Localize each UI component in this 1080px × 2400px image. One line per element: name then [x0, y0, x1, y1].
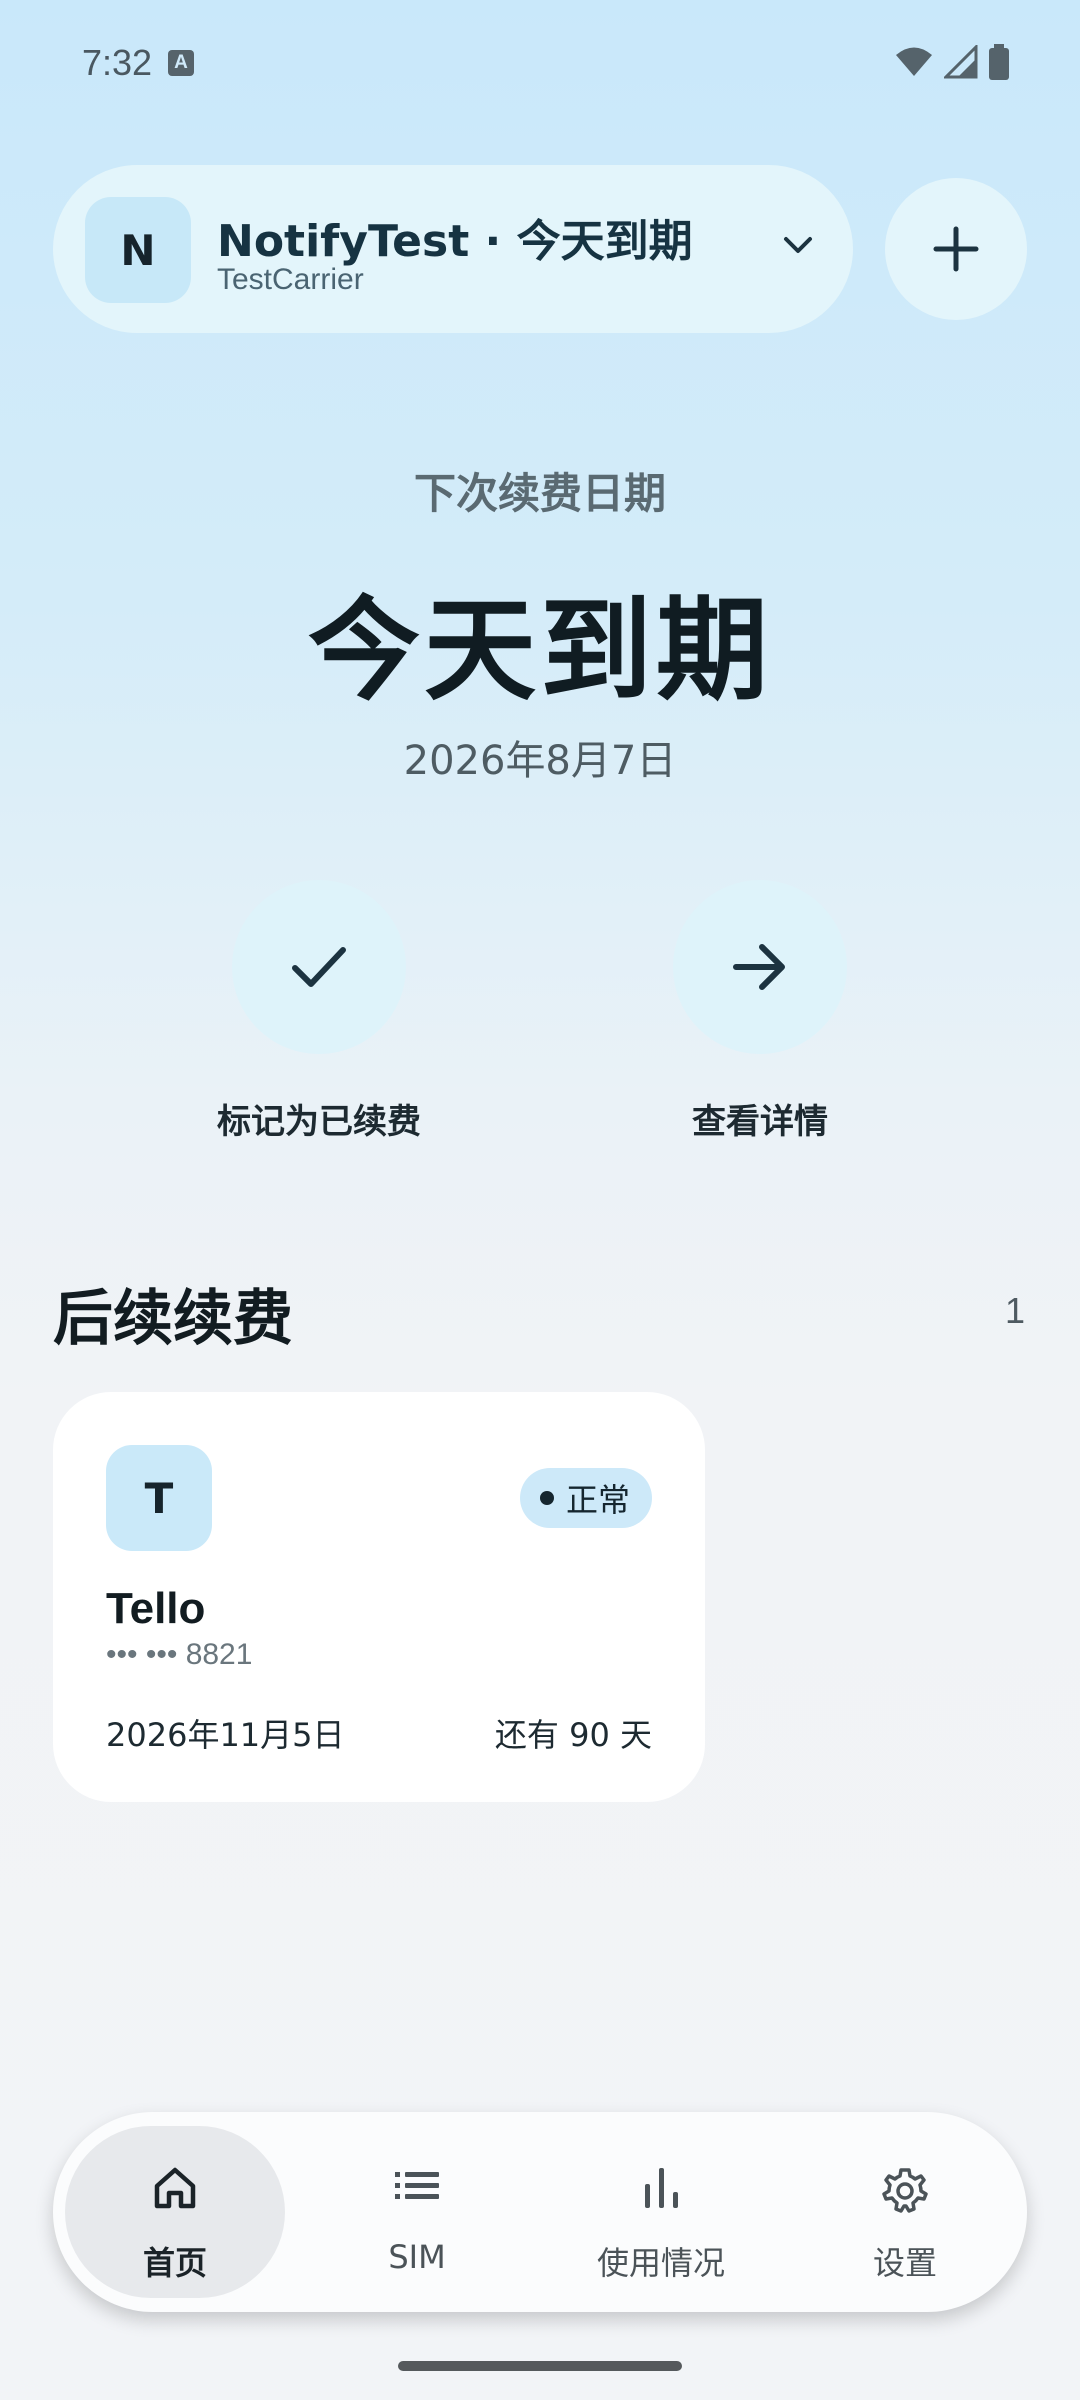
account-selector[interactable]: N NotifyTest · 今天到期 TestCarrier — [53, 165, 853, 333]
upcoming-section-title: 后续续费 — [53, 1284, 293, 1354]
nav-label-home: 首页 — [142, 2244, 207, 2282]
nav-item-sim[interactable]: SIM — [307, 2126, 527, 2298]
card-days-remaining: 还有 90 天 — [494, 1716, 652, 1754]
mark-renewed-label: 标记为已续费 — [217, 1102, 421, 1142]
mark-renewed-action[interactable]: 标记为已续费 — [139, 880, 499, 1143]
wifi-icon — [896, 47, 932, 76]
signal-icon — [944, 45, 978, 79]
card-masked-number: ••• ••• 8821 — [106, 1638, 253, 1671]
nav-item-settings[interactable]: 设置 — [795, 2126, 1015, 2298]
nav-item-usage[interactable]: 使用情况 — [551, 2126, 771, 2298]
bar-chart-icon — [645, 2168, 678, 2208]
view-details-button[interactable] — [673, 880, 847, 1054]
battery-icon — [989, 44, 1009, 80]
status-bar: 7:32 A — [0, 0, 1080, 130]
account-avatar: N — [85, 197, 191, 303]
card-avatar: T — [106, 1445, 212, 1551]
card-renewal-date: 2026年11月5日 — [106, 1716, 345, 1754]
nav-label-sim: SIM — [388, 2238, 446, 2276]
account-title: NotifyTest · 今天到期 — [217, 216, 693, 267]
home-indicator[interactable] — [398, 2361, 682, 2371]
renewal-card[interactable]: T 正常 Tello ••• ••• 8821 2026年11月5日 还有 90… — [53, 1392, 705, 1802]
renewal-date: 2026年8月7日 — [403, 738, 677, 784]
card-carrier-name: Tello — [106, 1584, 206, 1633]
status-dot-icon — [539, 1491, 554, 1505]
upcoming-count: 1 — [1004, 1290, 1025, 1331]
view-details-action[interactable]: 查看详情 — [580, 880, 940, 1143]
arrow-right-icon — [733, 944, 785, 990]
check-icon — [292, 947, 346, 987]
nav-label-settings: 设置 — [872, 2244, 937, 2282]
add-account-button[interactable] — [885, 178, 1027, 320]
status-badge-label: 正常 — [565, 1481, 630, 1519]
status-time: 7:32 — [82, 42, 153, 83]
gear-icon — [882, 2168, 928, 2213]
view-details-label: 查看详情 — [692, 1102, 828, 1142]
chevron-down-icon[interactable] — [778, 233, 818, 261]
status-badge: 正常 — [519, 1468, 652, 1528]
plus-icon — [933, 226, 979, 272]
next-renewal-label: 下次续费日期 — [413, 469, 666, 518]
mark-renewed-button[interactable] — [232, 880, 406, 1054]
home-icon — [154, 2167, 196, 2209]
nav-item-home[interactable]: 首页 — [65, 2126, 285, 2298]
status-icons — [894, 44, 1010, 80]
notification-app-icon: A — [168, 50, 194, 76]
account-carrier: TestCarrier — [217, 263, 364, 296]
nav-label-usage: 使用情况 — [596, 2244, 725, 2282]
bottom-navigation: 首页 SIM 使用情况 设置 — [53, 2112, 1027, 2312]
list-icon — [395, 2172, 439, 2199]
renewal-status-title: 今天到期 — [308, 586, 772, 716]
